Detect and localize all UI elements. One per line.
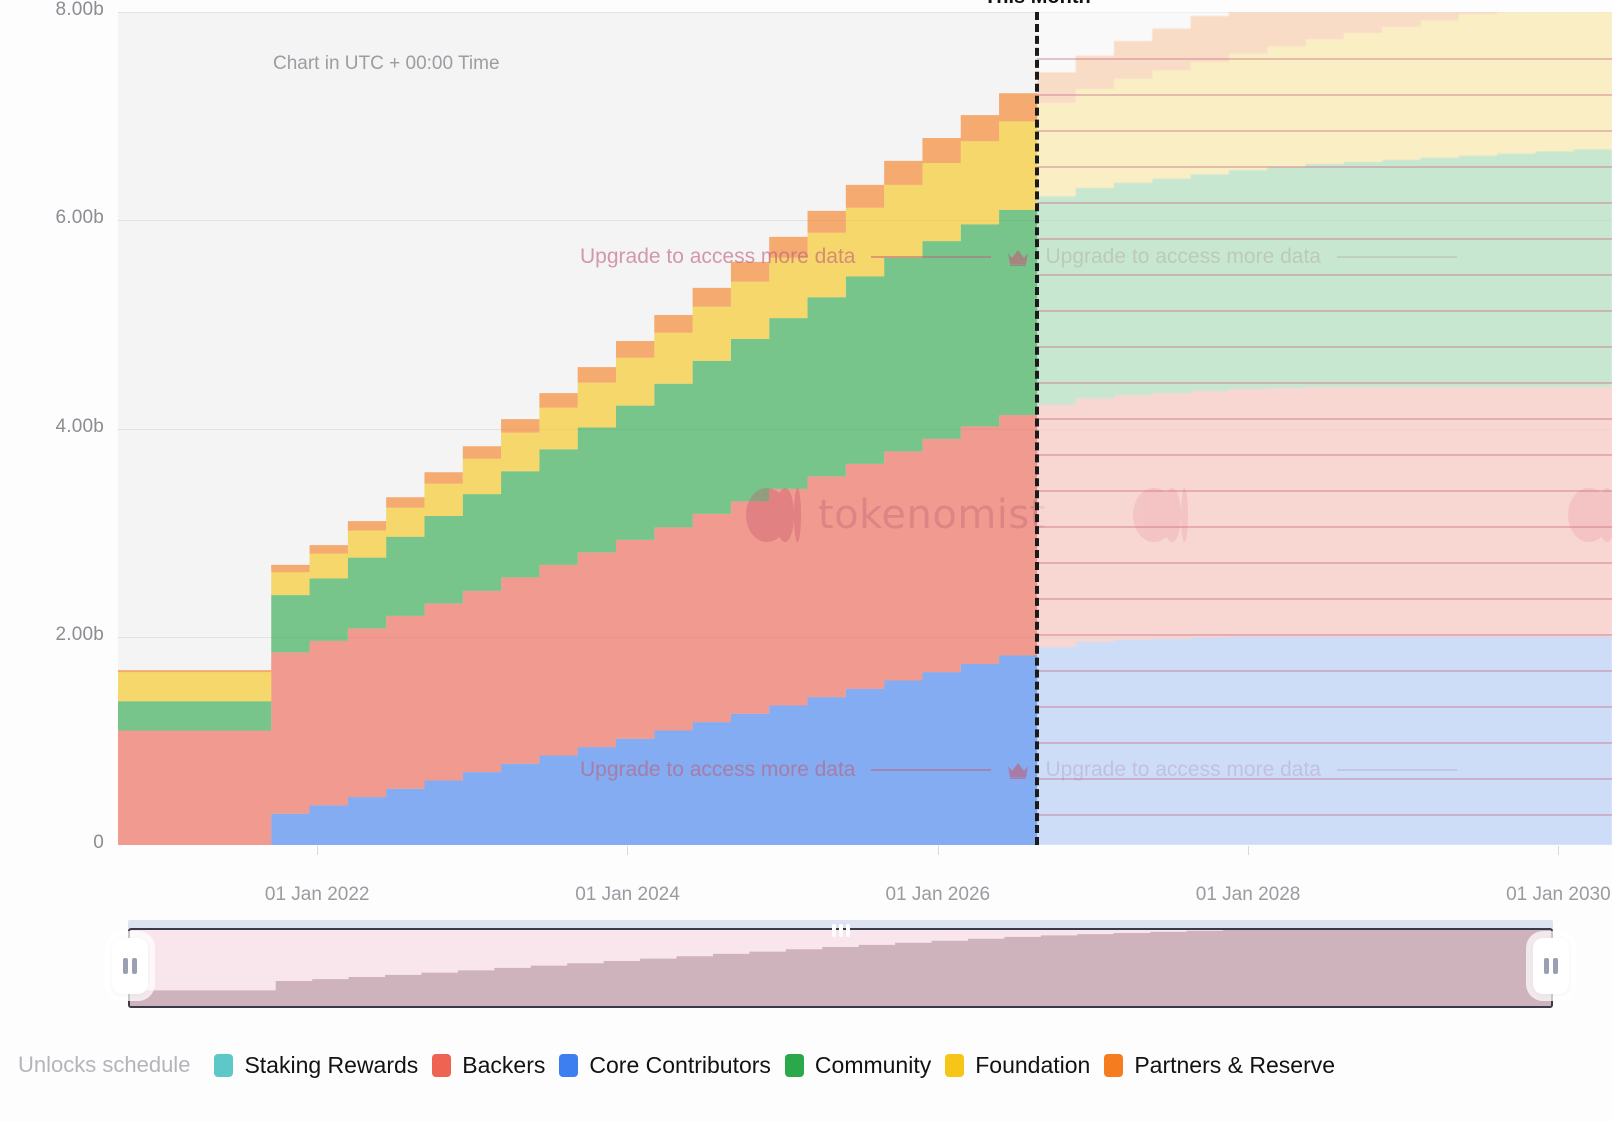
legend-swatch bbox=[432, 1053, 452, 1077]
streak-line bbox=[1037, 598, 1612, 600]
streak-line bbox=[1037, 382, 1612, 384]
legend-swatch bbox=[559, 1053, 579, 1077]
y-axis-tick-label: 8.00b bbox=[55, 0, 104, 20]
streak-line bbox=[1037, 166, 1612, 168]
legend-item-label: Community bbox=[814, 1051, 932, 1078]
legend: Unlocks schedule Staking Rewards Backers C… bbox=[18, 1045, 1612, 1085]
legend-swatch bbox=[1104, 1053, 1124, 1077]
data-zoom-area bbox=[130, 930, 1551, 1006]
unlocks-schedule-chart-page: 0 2.00b 4.00b 6.00b 8.00b Chart in UTC + 00:… bbox=[0, 0, 1612, 1122]
x-axis-tick bbox=[1558, 846, 1560, 855]
streak-line bbox=[1037, 58, 1612, 60]
streak-line bbox=[1037, 202, 1612, 204]
streak-line bbox=[1037, 454, 1612, 456]
utc-note: Chart in UTC + 00:00 Time bbox=[273, 53, 500, 74]
x-axis-tick bbox=[937, 846, 939, 855]
x-axis-tick-label: 01 Jan 2024 bbox=[575, 884, 680, 905]
locked-future-region bbox=[1037, 12, 1612, 845]
streak-line bbox=[1037, 418, 1612, 420]
x-axis-tick-label: 01 Jan 2028 bbox=[1195, 884, 1301, 905]
y-axis-tick-label: 6.00b bbox=[55, 207, 104, 229]
streak-line bbox=[1037, 274, 1612, 276]
legend-item-label: Partners & Reserve bbox=[1134, 1051, 1336, 1078]
streak-line bbox=[1037, 814, 1612, 816]
legend-swatch bbox=[784, 1053, 804, 1077]
legend-item-label: Staking Rewards bbox=[244, 1051, 419, 1078]
data-zoom-handle-right[interactable] bbox=[1533, 938, 1569, 994]
legend-swatch bbox=[214, 1053, 234, 1077]
streak-line bbox=[1037, 706, 1612, 708]
streak-line bbox=[1037, 310, 1612, 312]
streak-line bbox=[1037, 742, 1612, 744]
streak-line bbox=[1037, 490, 1612, 492]
data-zoom-selection[interactable] bbox=[128, 928, 1553, 1008]
legend-item-partners-reserve[interactable]: Partners & Reserve bbox=[1104, 1052, 1335, 1079]
legend-title: Unlocks schedule bbox=[18, 1052, 191, 1077]
legend-items[interactable]: Staking Rewards Backers Core Contributors C… bbox=[214, 1052, 1349, 1079]
x-axis-tick-label: 01 Jan 2030 bbox=[1506, 884, 1611, 905]
streak-line bbox=[1037, 526, 1612, 528]
legend-item-foundation[interactable]: Foundation bbox=[945, 1052, 1090, 1079]
streak-line bbox=[1037, 562, 1612, 564]
legend-item-label: Foundation bbox=[975, 1051, 1091, 1078]
legend-item-label: Core Contributors bbox=[589, 1051, 771, 1078]
streak-line bbox=[1037, 238, 1612, 240]
data-zoom-move-handle[interactable] bbox=[831, 924, 850, 937]
x-axis-tick bbox=[1248, 846, 1250, 855]
x-axis-tick-label: 01 Jan 2022 bbox=[264, 884, 370, 905]
x-axis-tick-label: 01 Jan 2026 bbox=[885, 884, 991, 905]
x-axis-tick bbox=[627, 846, 629, 855]
y-axis-tick-label: 4.00b bbox=[55, 415, 104, 437]
y-axis-tick-label: 2.00b bbox=[55, 623, 104, 645]
data-zoom-slider[interactable] bbox=[112, 920, 1569, 1008]
legend-swatch bbox=[945, 1053, 965, 1077]
legend-item-staking-rewards[interactable]: Staking Rewards bbox=[214, 1052, 418, 1079]
data-zoom-handle-left[interactable] bbox=[112, 938, 148, 994]
streak-line bbox=[1037, 670, 1612, 672]
streak-line bbox=[1037, 634, 1612, 636]
legend-item-label: Backers bbox=[462, 1051, 546, 1078]
future-veil bbox=[1037, 12, 1612, 845]
data-zoom-series-svg bbox=[130, 930, 1551, 1006]
streak-line bbox=[1037, 778, 1612, 780]
legend-item-community[interactable]: Community bbox=[784, 1051, 932, 1079]
x-axis-tick bbox=[317, 846, 319, 855]
this-month-marker-line bbox=[1035, 12, 1040, 845]
streak-line bbox=[1037, 94, 1612, 96]
streak-line bbox=[1037, 130, 1612, 132]
data-zoom-preview-series bbox=[130, 930, 1551, 1006]
this-month-label: This Month bbox=[984, 0, 1091, 9]
legend-item-core-contributors[interactable]: Core Contributors bbox=[559, 1052, 771, 1079]
legend-item-backers[interactable]: Backers bbox=[432, 1052, 545, 1079]
y-axis-tick-label: 0 bbox=[93, 832, 104, 853]
streak-line bbox=[1037, 346, 1612, 348]
chart-plot-area[interactable]: Chart in UTC + 00:00 Time tokenomist Upg… bbox=[118, 12, 1612, 845]
